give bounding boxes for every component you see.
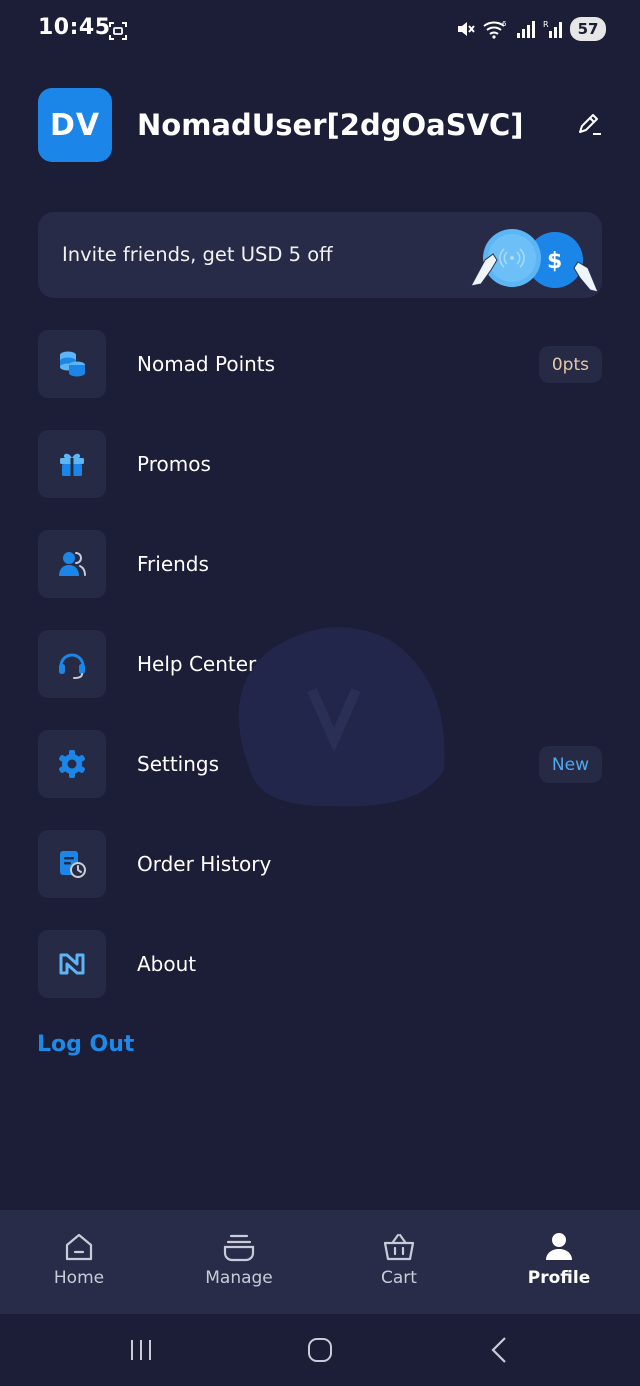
back-chevron-icon xyxy=(491,1337,506,1363)
menu-icon-box xyxy=(38,730,106,798)
status-time: 10:45 xyxy=(38,15,111,40)
battery-indicator: 57 xyxy=(570,17,606,41)
avatar[interactable]: DV xyxy=(38,88,112,162)
bottom-tab-bar: Home Manage Cart Profile xyxy=(0,1210,640,1314)
back-button[interactable] xyxy=(479,1334,519,1366)
menu-item-settings[interactable]: Settings New xyxy=(38,730,602,798)
username: NomadUser[2dgOaSVC] xyxy=(137,108,524,142)
wifi-icon: 6 xyxy=(483,20,507,39)
status-bar: 10:45 6 R 57 xyxy=(0,0,640,62)
menu-item-order-history[interactable]: Order History xyxy=(38,830,602,898)
menu-icon-box xyxy=(38,630,106,698)
nomad-logo-icon xyxy=(59,953,85,975)
pencil-icon[interactable] xyxy=(574,110,604,140)
friends-icon xyxy=(59,552,86,576)
tab-manage[interactable]: Manage xyxy=(179,1210,299,1314)
gift-icon xyxy=(60,453,84,476)
manage-icon xyxy=(223,1234,255,1262)
logout-link[interactable]: Log Out xyxy=(37,1032,134,1057)
menu-icon-box xyxy=(38,830,106,898)
recent-apps-icon xyxy=(131,1340,151,1360)
menu-item-label: Promos xyxy=(137,452,211,476)
tab-label: Cart xyxy=(381,1268,417,1288)
headset-icon xyxy=(59,653,85,679)
invite-banner[interactable]: Invite friends, get USD 5 off $ xyxy=(38,212,602,298)
svg-text:$: $ xyxy=(547,249,562,274)
menu-icon-box xyxy=(38,530,106,598)
order-history-icon xyxy=(60,851,86,878)
svg-text:6: 6 xyxy=(502,20,507,28)
menu-item-label: About xyxy=(137,952,197,976)
tab-label: Home xyxy=(53,1268,105,1288)
menu-item-label: Nomad Points xyxy=(137,352,276,376)
svg-text:R: R xyxy=(543,20,549,29)
tab-label: Profile xyxy=(527,1268,591,1288)
menu-item-about[interactable]: About xyxy=(38,930,602,998)
menu-icon-box xyxy=(38,330,106,398)
coins-icon xyxy=(60,351,85,377)
menu-item-label: Settings xyxy=(137,752,220,776)
home-button[interactable] xyxy=(300,1334,340,1366)
tab-label: Manage xyxy=(205,1268,273,1288)
menu-item-promos[interactable]: Promos xyxy=(38,430,602,498)
menu-item-label: Help Center xyxy=(137,652,257,676)
menu-item-nomad-points[interactable]: Nomad Points 0pts xyxy=(38,330,602,398)
coins-hands-illustration: $ xyxy=(470,229,599,293)
points-badge: 0pts xyxy=(538,346,602,383)
screenshot-icon xyxy=(109,22,127,40)
menu-item-friends[interactable]: Friends xyxy=(38,530,602,598)
recent-apps-button[interactable] xyxy=(121,1334,161,1366)
home-icon xyxy=(65,1233,93,1261)
status-icons: 6 R 57 xyxy=(456,17,606,41)
signal-r-icon: R xyxy=(543,20,562,38)
mute-icon xyxy=(458,22,475,36)
tab-home[interactable]: Home xyxy=(19,1210,139,1314)
signal-icon xyxy=(517,21,535,38)
gear-icon xyxy=(59,750,85,778)
menu-icon-box xyxy=(38,930,106,998)
tab-profile[interactable]: Profile xyxy=(499,1210,619,1314)
basket-icon xyxy=(383,1233,415,1261)
new-badge: New xyxy=(538,746,602,783)
menu-item-help-center[interactable]: Help Center xyxy=(38,630,602,698)
home-circle-icon xyxy=(308,1338,332,1362)
tab-cart[interactable]: Cart xyxy=(339,1210,459,1314)
invite-banner-text: Invite friends, get USD 5 off xyxy=(62,243,333,266)
system-nav-bar xyxy=(0,1314,640,1386)
person-icon xyxy=(546,1233,572,1260)
menu-item-label: Order History xyxy=(137,852,272,876)
menu-item-label: Friends xyxy=(137,552,209,576)
menu-icon-box xyxy=(38,430,106,498)
